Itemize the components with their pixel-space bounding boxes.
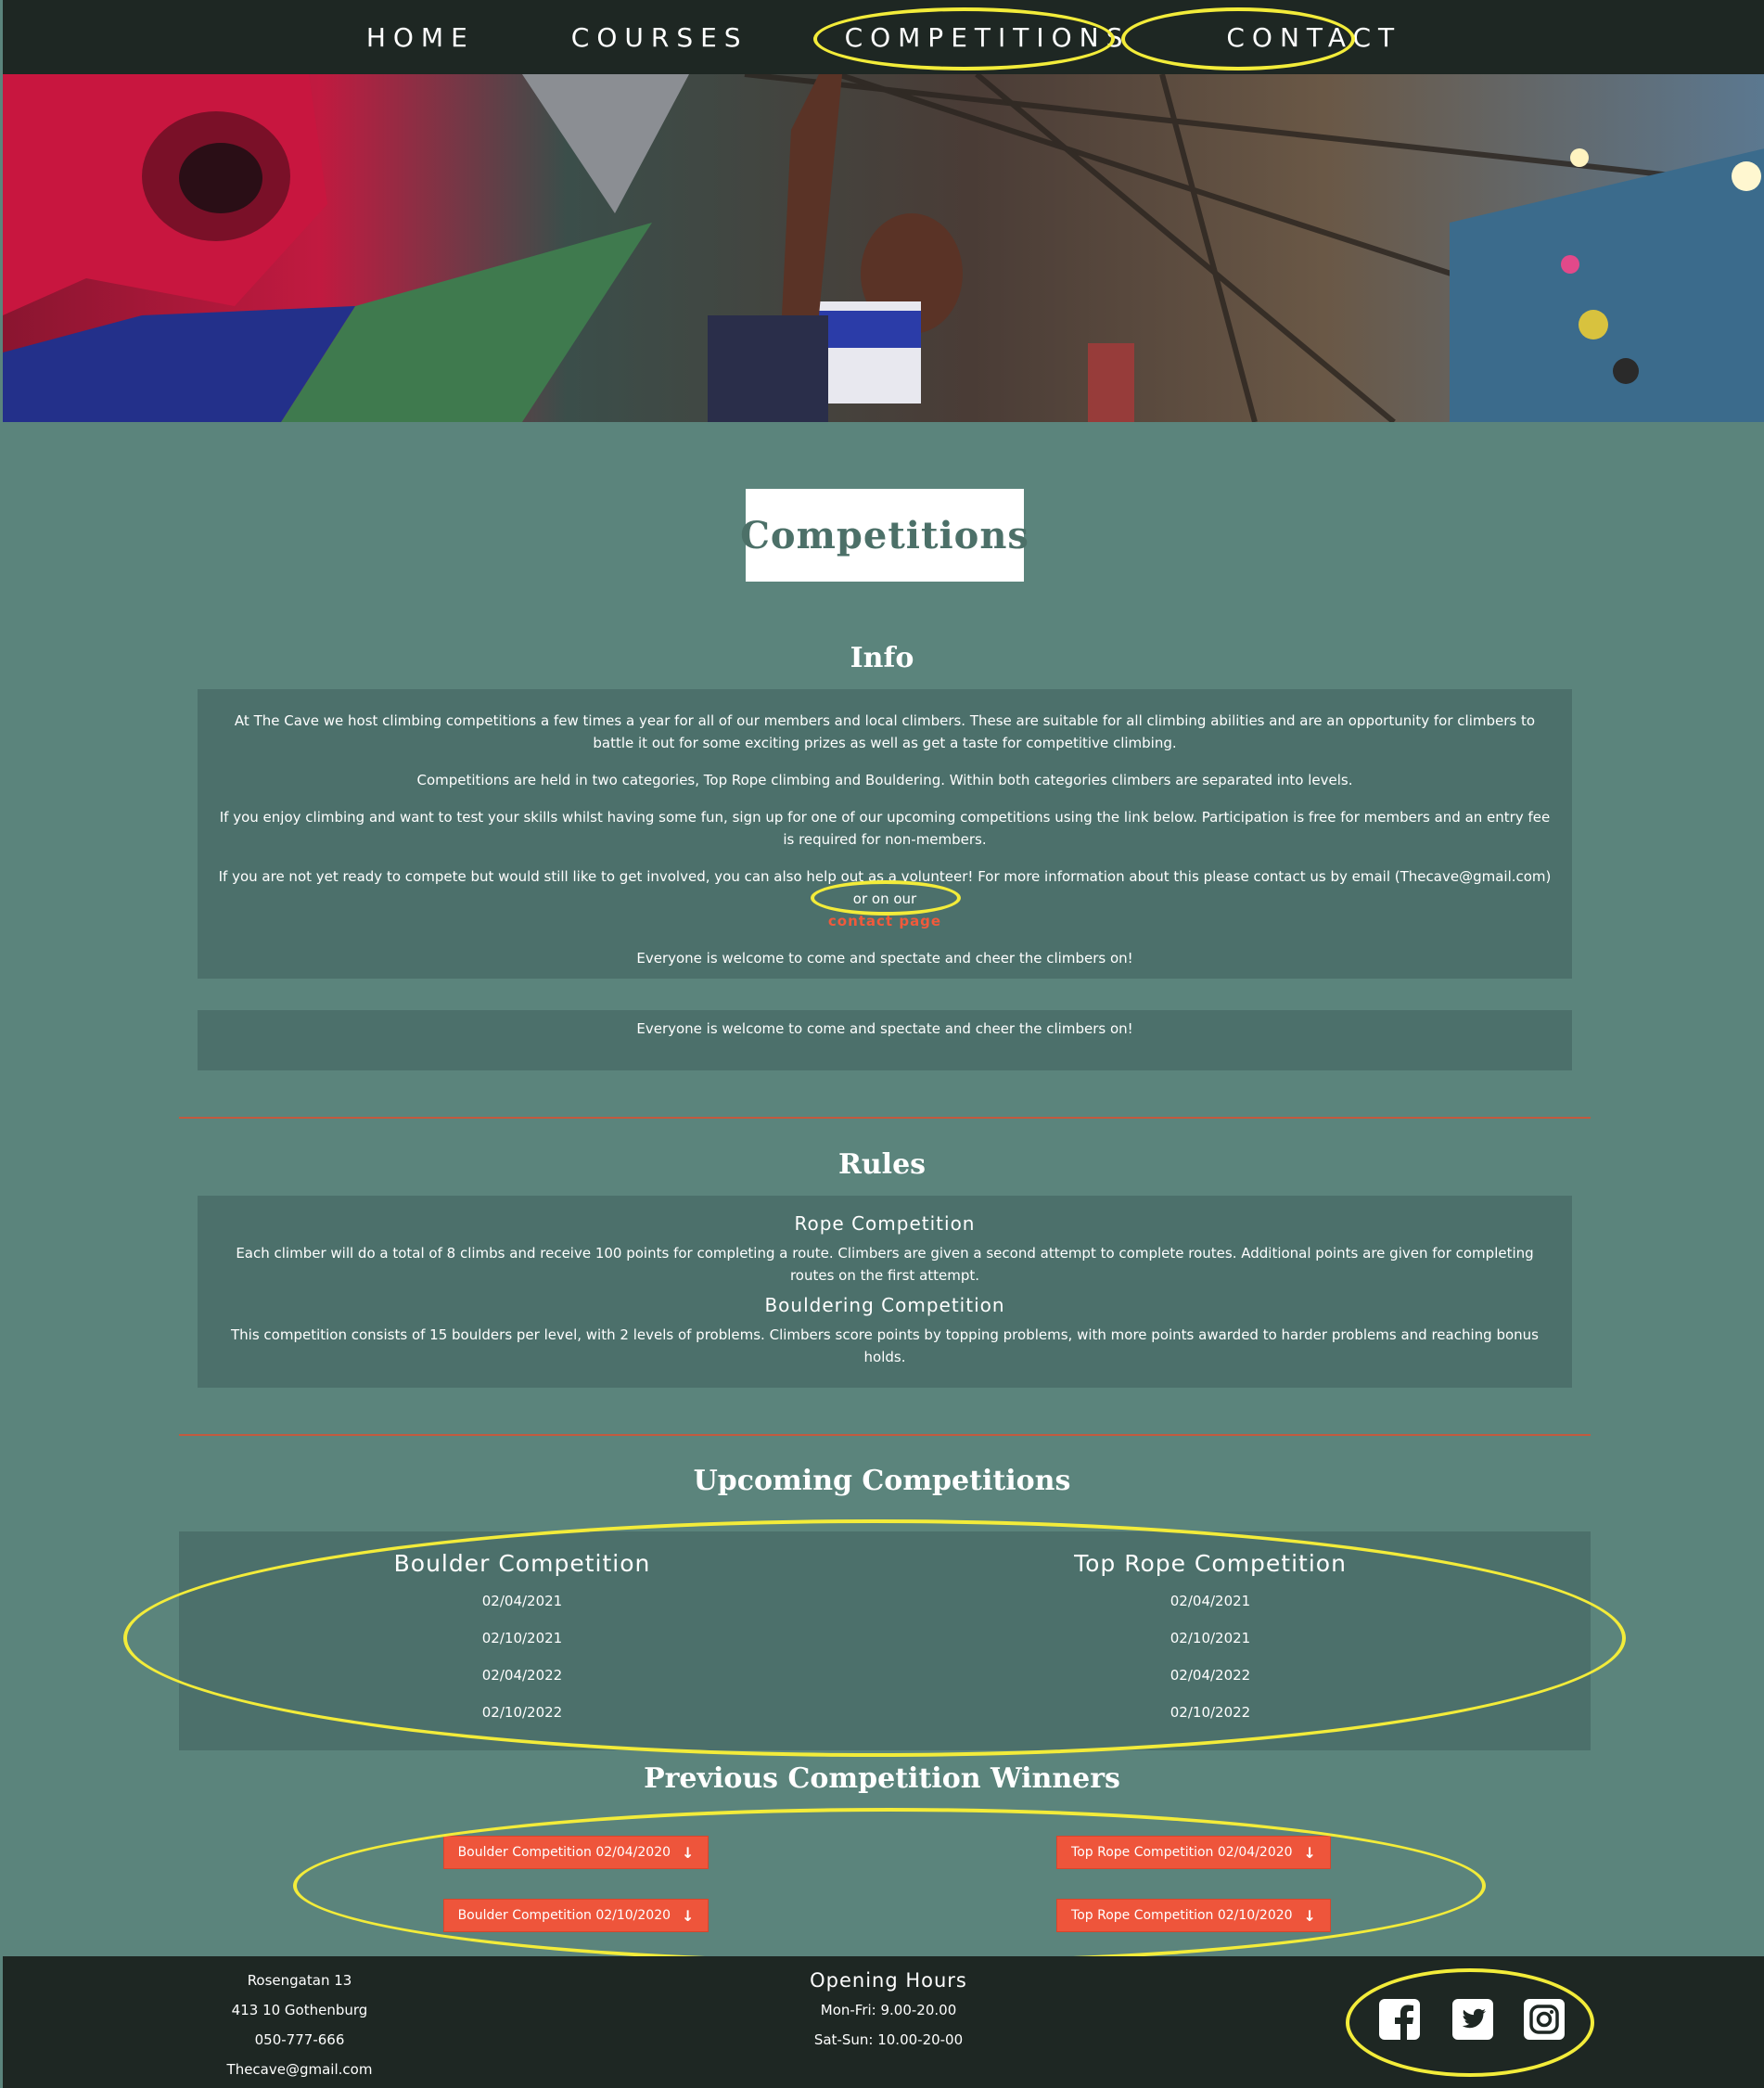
info-paragraph-4-text: If you are not yet ready to compete but … bbox=[218, 868, 1552, 907]
boulder-date: 02/04/2022 bbox=[481, 1667, 563, 1684]
footer-address: Rosengatan 13 413 10 Gothenburg 050-777-… bbox=[216, 1966, 383, 2084]
nav-competitions[interactable]: COMPETITIONS bbox=[834, 17, 1142, 58]
page-title: Competitions bbox=[740, 513, 1029, 557]
address-email: Thecave@gmail.com bbox=[226, 2061, 373, 2078]
footer: Rosengatan 13 413 10 Gothenburg 050-777-… bbox=[3, 1956, 1764, 2088]
arrow-down-icon: ↓ bbox=[1303, 1906, 1316, 1925]
spectate-panel: Everyone is welcome to come and spectate… bbox=[198, 1010, 1572, 1070]
divider-1 bbox=[179, 1117, 1591, 1119]
upcoming-rope-column: Top Rope Competition 02/04/2021 02/10/20… bbox=[867, 1531, 1553, 1731]
upcoming-boulder-title: Boulder Competition bbox=[393, 1550, 651, 1577]
rope-winners-2020-04-button[interactable]: Top Rope Competition 02/04/2020 ↓ bbox=[1056, 1836, 1331, 1869]
boulder-rules-title: Bouldering Competition bbox=[764, 1294, 1005, 1316]
button-label: Boulder Competition 02/04/2020 bbox=[457, 1845, 671, 1860]
button-label: Top Rope Competition 02/04/2020 bbox=[1071, 1845, 1293, 1860]
rope-rules-text: Each climber will do a total of 8 climbs… bbox=[236, 1245, 1534, 1284]
rope-winners-2020-10-button[interactable]: Top Rope Competition 02/10/2020 ↓ bbox=[1056, 1899, 1331, 1932]
address-street: Rosengatan 13 bbox=[247, 1972, 352, 1989]
divider-2 bbox=[179, 1434, 1591, 1436]
arrow-down-icon: ↓ bbox=[1303, 1843, 1316, 1862]
info-paragraph-5: Everyone is welcome to come and spectate… bbox=[636, 950, 1133, 967]
button-label: Top Rope Competition 02/10/2020 bbox=[1071, 1908, 1293, 1923]
info-paragraph-3: If you enjoy climbing and want to test y… bbox=[219, 809, 1551, 848]
upcoming-rope-title: Top Rope Competition bbox=[1074, 1550, 1347, 1577]
rope-date: 02/04/2022 bbox=[1170, 1667, 1251, 1684]
page: HOME COURSES COMPETITIONS CONTACT Compet… bbox=[0, 0, 1764, 2088]
boulder-date: 02/10/2022 bbox=[481, 1704, 563, 1721]
boulder-winners-2020-10-button[interactable]: Boulder Competition 02/10/2020 ↓ bbox=[443, 1899, 709, 1932]
hours-title: Opening Hours bbox=[810, 1969, 967, 1992]
rules-heading: Rules bbox=[837, 1148, 927, 1181]
facebook-icon[interactable] bbox=[1377, 1997, 1422, 2042]
footer-hours: Opening Hours Mon-Fri: 9.00-20.00 Sat-Su… bbox=[763, 1969, 1014, 2055]
rope-date: 02/10/2022 bbox=[1170, 1704, 1251, 1721]
upcoming-heading: Upcoming Competitions bbox=[693, 1465, 1071, 1497]
rope-date: 02/10/2021 bbox=[1170, 1630, 1251, 1646]
arrow-down-icon: ↓ bbox=[682, 1906, 695, 1925]
boulder-date: 02/10/2021 bbox=[481, 1630, 563, 1646]
address-phone: 050-777-666 bbox=[254, 2031, 345, 2048]
winners-heading: Previous Competition Winners bbox=[644, 1762, 1120, 1795]
info-heading: Info bbox=[850, 642, 914, 674]
upcoming-panel: Boulder Competition 02/04/2021 02/10/202… bbox=[179, 1531, 1591, 1750]
rules-panel: Rope Competition Each climber will do a … bbox=[198, 1196, 1572, 1388]
info-paragraph-1: At The Cave we host climbing competition… bbox=[234, 712, 1536, 751]
info-paragraph-4: If you are not yet ready to compete but … bbox=[216, 865, 1553, 932]
button-label: Boulder Competition 02/10/2020 bbox=[457, 1908, 671, 1923]
hours-weekend: Sat-Sun: 10.00-20-00 bbox=[813, 2031, 964, 2048]
address-city: 413 10 Gothenburg bbox=[231, 2002, 368, 2018]
contact-page-link[interactable]: contact page bbox=[828, 913, 941, 929]
nav-courses[interactable]: COURSES bbox=[560, 17, 760, 58]
spectate-text: Everyone is welcome to come and spectate… bbox=[636, 1020, 1133, 1037]
info-paragraph-2: Competitions are held in two categories,… bbox=[416, 772, 1353, 788]
hours-weekdays: Mon-Fri: 9.00-20.00 bbox=[820, 2002, 957, 2018]
info-panel: At The Cave we host climbing competition… bbox=[198, 689, 1572, 979]
arrow-down-icon: ↓ bbox=[682, 1843, 695, 1862]
page-title-box: Competitions bbox=[740, 489, 1029, 582]
rope-date: 02/04/2021 bbox=[1170, 1593, 1251, 1609]
highlight-ring-winners bbox=[293, 1808, 1486, 1964]
boulder-winners-2020-04-button[interactable]: Boulder Competition 02/04/2020 ↓ bbox=[443, 1836, 709, 1869]
upcoming-boulder-column: Boulder Competition 02/04/2021 02/10/202… bbox=[179, 1531, 865, 1731]
nav-contact[interactable]: CONTACT bbox=[1215, 17, 1412, 58]
top-nav: HOME COURSES COMPETITIONS CONTACT bbox=[3, 0, 1764, 74]
hero-image bbox=[3, 74, 1764, 422]
twitter-icon[interactable] bbox=[1451, 1997, 1495, 2042]
boulder-date: 02/04/2021 bbox=[481, 1593, 563, 1609]
nav-home[interactable]: HOME bbox=[355, 17, 486, 58]
boulder-rules-text: This competition consists of 15 boulders… bbox=[231, 1326, 1539, 1365]
rope-rules-title: Rope Competition bbox=[794, 1212, 976, 1235]
hero-climber-illustration bbox=[3, 74, 1764, 422]
instagram-icon[interactable] bbox=[1522, 1997, 1566, 2042]
